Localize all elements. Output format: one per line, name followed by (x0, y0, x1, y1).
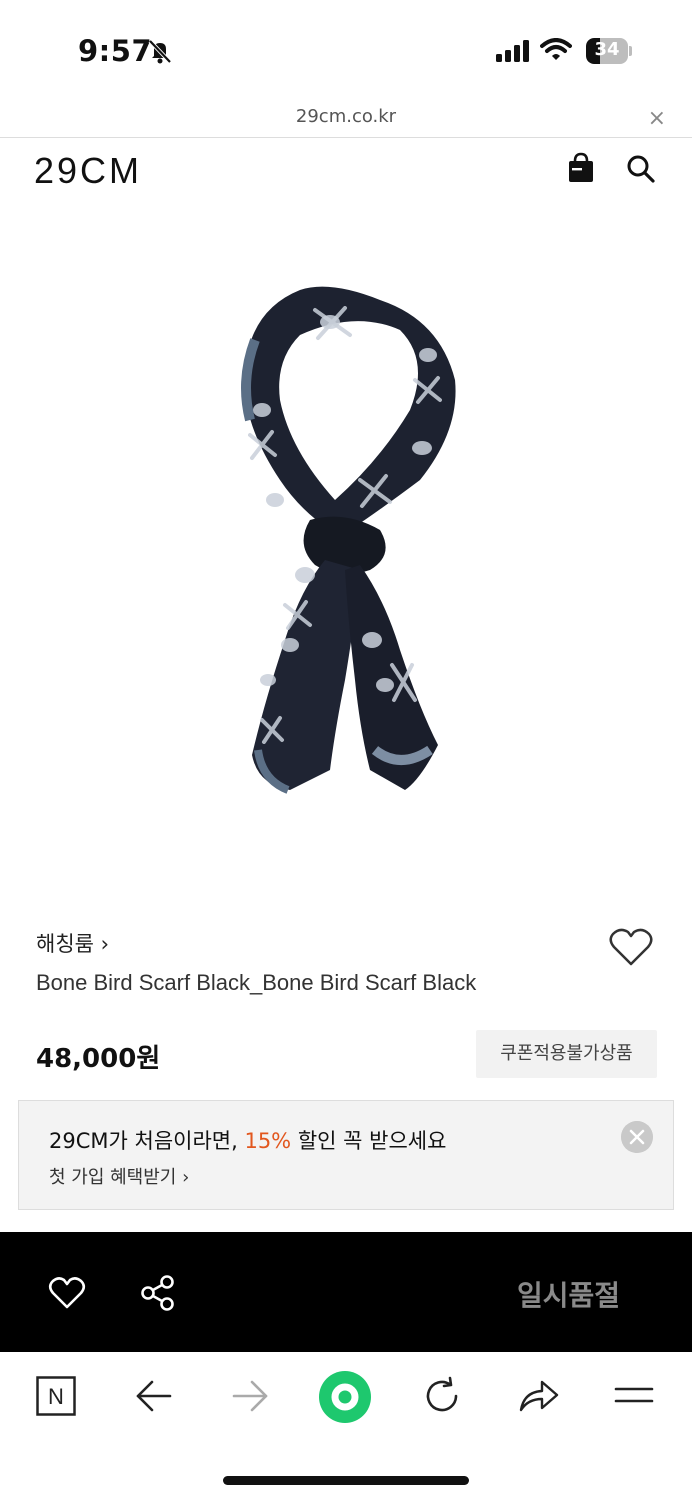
signup-promo-banner[interactable]: 29CM가 처음이라면, 15% 할인 꼭 받으세요 첫 가입 혜택받기 › (18, 1100, 674, 1210)
coupon-badge: 쿠폰적용불가상품 (476, 1030, 657, 1078)
wifi-icon (540, 38, 572, 60)
purchase-action-bar: 일시품절 (0, 1232, 692, 1352)
home-indicator[interactable] (223, 1476, 469, 1485)
site-logo[interactable]: 29CM (34, 150, 142, 192)
brand-link[interactable]: 해칭룸 › (36, 928, 109, 958)
url-bar[interactable]: 29cm.co.kr × (0, 100, 692, 138)
close-icon[interactable]: × (648, 106, 666, 131)
signal-icon (496, 40, 529, 62)
search-icon[interactable] (626, 154, 656, 184)
forward-arrow-icon[interactable] (230, 1378, 270, 1414)
promo-highlight: 15% (244, 1129, 292, 1153)
close-icon[interactable] (621, 1121, 653, 1153)
naver-n-icon[interactable]: N (36, 1376, 76, 1416)
status-time: 9:57 (78, 34, 153, 68)
promo-title: 29CM가 처음이라면, 15% 할인 꼭 받으세요 (49, 1129, 447, 1153)
green-circle-icon[interactable] (318, 1370, 372, 1424)
browser-toolbar: N (0, 1352, 692, 1452)
product-price: 48,000원 (36, 1044, 161, 1074)
shopping-bag-icon[interactable] (566, 152, 596, 184)
share-icon[interactable] (140, 1274, 176, 1312)
bell-slash-icon (148, 39, 172, 64)
back-arrow-icon[interactable] (134, 1378, 174, 1414)
status-bar: 9:57 34 (0, 0, 692, 100)
soldout-button[interactable]: 일시품절 (517, 1274, 620, 1314)
svg-text:N: N (48, 1384, 64, 1409)
site-header: 29CM (0, 140, 692, 204)
product-image (241, 286, 456, 794)
share-arrow-icon[interactable] (518, 1378, 560, 1414)
menu-icon[interactable] (614, 1384, 654, 1408)
battery-icon: 34 (586, 38, 632, 64)
product-name: Bone Bird Scarf Black_Bone Bird Scarf Bl… (36, 970, 477, 995)
promo-signup-link[interactable]: 첫 가입 혜택받기 › (49, 1163, 189, 1189)
heart-icon[interactable] (48, 1276, 86, 1310)
battery-level: 34 (594, 39, 620, 60)
refresh-icon[interactable] (422, 1376, 462, 1416)
url-text[interactable]: 29cm.co.kr (0, 106, 692, 127)
heart-icon[interactable] (608, 926, 654, 968)
